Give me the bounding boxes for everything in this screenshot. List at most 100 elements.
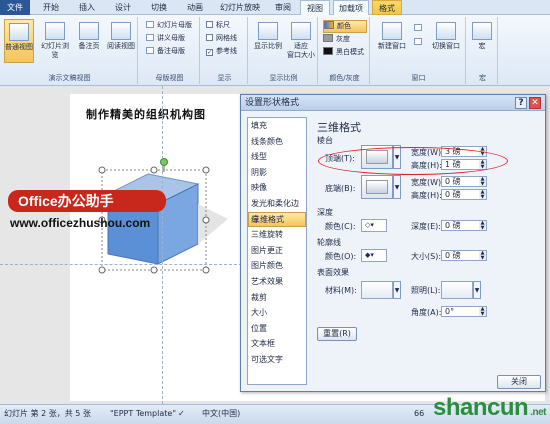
watermark-badge: Office办公助手	[8, 190, 166, 212]
logo-text: shancun	[433, 394, 529, 421]
tab-home[interactable]: 开始	[36, 0, 66, 15]
spinner-arrows-icon[interactable]: ▲ ▼	[479, 177, 486, 186]
help-icon[interactable]: ?	[515, 97, 527, 109]
cascade-button[interactable]	[414, 37, 425, 48]
tab-insert[interactable]: 插入	[72, 0, 102, 15]
fit-window-icon	[291, 22, 311, 40]
category-item[interactable]: 线条颜色	[248, 134, 306, 150]
chevron-down-icon[interactable]: ▼	[473, 281, 481, 299]
category-item[interactable]: 艺术效果	[248, 274, 306, 290]
horizontal-guide[interactable]	[0, 264, 242, 265]
grayscale-button[interactable]: 灰度	[323, 34, 350, 45]
checkbox-icon	[206, 21, 213, 28]
contour-size-spinner[interactable]: 0 磅 ▲ ▼	[441, 250, 487, 261]
close-button[interactable]: 关闭	[497, 375, 541, 389]
tab-format[interactable]: 格式	[372, 0, 402, 15]
zoom-level[interactable]: 66	[414, 405, 424, 423]
tab-review[interactable]: 审阅	[268, 0, 298, 15]
tab-view[interactable]: 视图	[300, 0, 330, 16]
arrange-button[interactable]	[414, 23, 425, 34]
color-label: 颜色	[337, 22, 351, 30]
reset-button[interactable]: 重置(R)	[317, 327, 357, 341]
notes-page-button[interactable]: 备注页	[74, 19, 104, 51]
new-window-icon	[382, 22, 402, 40]
gridlines-label: 网格线	[216, 34, 237, 42]
bw-swatch-icon	[323, 47, 333, 55]
contour-color-label: 颜色(O):	[325, 252, 357, 261]
spinner-arrows-icon[interactable]: ▲ ▼	[479, 307, 486, 316]
category-item[interactable]: 位置	[248, 321, 306, 337]
reading-view-button[interactable]: 阅读视图	[106, 19, 136, 51]
zoom-button[interactable]: 显示比例	[252, 19, 284, 51]
angle-label: 角度(A):	[411, 308, 442, 317]
depth-color-label: 颜色(C):	[325, 222, 356, 231]
spinner-arrows-icon[interactable]: ▲ ▼	[479, 190, 486, 199]
spinner-arrows-icon[interactable]: ▲ ▼	[479, 221, 486, 230]
depth-spinner[interactable]: 0 磅 ▲ ▼	[441, 220, 487, 231]
zoom-label: 显示比例	[254, 42, 282, 50]
category-item[interactable]: 裁剪	[248, 290, 306, 306]
category-item[interactable]: 线型	[248, 149, 306, 165]
depth-color-button[interactable]: ◇▾	[361, 219, 387, 232]
chevron-down-icon[interactable]: ▼	[393, 175, 401, 199]
tab-transitions[interactable]: 切换	[144, 0, 174, 15]
vertical-guide[interactable]	[162, 86, 163, 404]
ruler-checkbox[interactable]: 标尺	[206, 20, 230, 31]
chevron-down-icon[interactable]: ▼	[393, 281, 401, 299]
group-label: 颜色/灰度	[329, 74, 360, 82]
material-picker[interactable]	[361, 281, 393, 299]
category-item[interactable]: 三维格式	[248, 211, 306, 228]
category-item[interactable]: 三维旋转	[248, 227, 306, 243]
spinner-arrows-icon[interactable]: ▲ ▼	[479, 251, 486, 260]
tab-addins[interactable]: 加载项	[333, 0, 369, 15]
slide-sorter-button[interactable]: 幻灯片浏览	[38, 19, 72, 60]
guides-checkbox[interactable]: ✓ 参考线	[206, 46, 237, 57]
bottom-height-spinner[interactable]: 0 磅 ▲ ▼	[441, 189, 487, 200]
group-master-views: 幻灯片母版 讲义母版 备注母版 母版视图	[140, 17, 200, 84]
tab-slideshow[interactable]: 幻灯片放映	[214, 0, 266, 15]
notes-master-button[interactable]: 备注母版	[146, 46, 185, 57]
slide-title[interactable]: 制作精美的组织机构图	[86, 106, 206, 122]
macros-button[interactable]: 宏	[468, 19, 496, 51]
handout-master-button[interactable]: 讲义母版	[146, 33, 185, 44]
lighting-picker[interactable]	[441, 281, 473, 299]
category-item[interactable]: 大小	[248, 305, 306, 321]
spellcheck-icon[interactable]: ✓	[178, 405, 185, 423]
close-icon[interactable]: ✕	[529, 97, 541, 109]
site-logo: shancun .net	[433, 394, 546, 422]
tab-animations[interactable]: 动画	[180, 0, 210, 15]
language[interactable]: 中文(中国)	[202, 405, 240, 423]
contour-color-button[interactable]: ◆▾	[361, 249, 387, 262]
category-item[interactable]: 可选文字	[248, 352, 306, 368]
bottom-bevel-picker[interactable]	[361, 175, 393, 199]
black-white-button[interactable]: 黑白模式	[323, 47, 364, 58]
tab-design[interactable]: 设计	[108, 0, 138, 15]
rotation-handle-icon[interactable]	[158, 158, 170, 172]
category-item[interactable]: 图片颜色	[248, 258, 306, 274]
notes-master-icon	[146, 47, 154, 54]
normal-view-button[interactable]: 普通视图	[4, 19, 34, 63]
slide-master-label: 幻灯片母版	[157, 21, 192, 29]
ruler-label: 标尺	[216, 21, 230, 29]
category-item[interactable]: 图片更正	[248, 243, 306, 259]
macro-icon	[472, 22, 492, 40]
new-window-button[interactable]: 新建窗口	[374, 19, 410, 51]
category-item[interactable]: 发光和柔化边缘	[248, 196, 306, 224]
category-item[interactable]: 填充	[248, 118, 306, 134]
normal-view-label: 普通视图	[5, 43, 33, 51]
category-item[interactable]: 文本框	[248, 336, 306, 352]
category-item[interactable]: 映像	[248, 180, 306, 196]
gridlines-checkbox[interactable]: 网格线	[206, 33, 237, 44]
fit-to-window-button[interactable]: 适应 窗口大小	[284, 19, 318, 60]
bottom-width-spinner[interactable]: 0 磅 ▲ ▼	[441, 176, 487, 187]
bottom-width-label: 宽度(W):	[411, 178, 444, 187]
macros-label: 宏	[478, 42, 486, 50]
tab-file[interactable]: 文件	[0, 0, 30, 15]
angle-spinner[interactable]: 0° ▲ ▼	[441, 306, 487, 317]
color-mode-button[interactable]: 颜色	[323, 20, 367, 33]
switch-window-button[interactable]: 切换窗口	[428, 19, 464, 51]
normal-view-icon	[9, 23, 29, 41]
category-item[interactable]: 阴影	[248, 165, 306, 181]
slide-master-button[interactable]: 幻灯片母版	[146, 20, 192, 31]
pane-title: 三维格式	[317, 121, 361, 134]
